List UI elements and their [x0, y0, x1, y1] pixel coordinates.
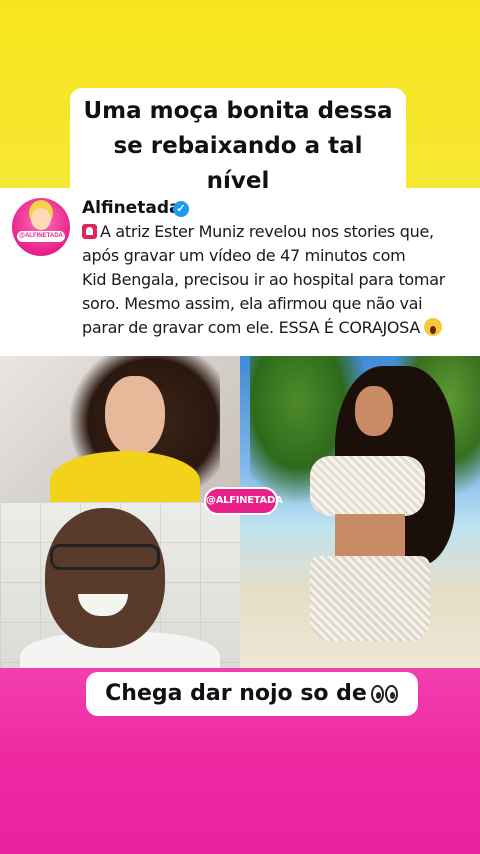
post-card: @ALFINETADA Alfinetada ✓ A atriz Ester M…	[0, 188, 480, 356]
man-laughing-photo	[0, 502, 240, 668]
account-avatar[interactable]: @ALFINETADA	[12, 198, 70, 256]
verified-badge-icon: ✓	[173, 201, 189, 217]
woman-beach-photo	[240, 356, 480, 668]
avatar-illustration	[31, 208, 51, 230]
bottom-caption-text: Chega dar nojo so de	[105, 681, 367, 706]
photo-collage: @ALFINETADA	[0, 356, 480, 668]
woman-selfie-photo	[0, 356, 240, 502]
post-text: A atriz Ester Muniz revelou nos stories …	[82, 220, 474, 340]
post-text-line: A atriz Ester Muniz revelou nos stories …	[82, 220, 474, 244]
bottom-caption: Chega dar nojo so de	[86, 672, 418, 716]
rotating-light-icon	[82, 224, 97, 239]
post-text-line: Kid Bengala, precisou ir ao hospital par…	[82, 270, 445, 289]
top-caption-line-1: Uma moça bonita dessa	[83, 98, 393, 124]
eyes-icon	[370, 675, 399, 719]
avatar-tag: @ALFINETADA	[17, 231, 65, 242]
watermark-badge: @ALFINETADA	[204, 487, 283, 515]
account-name[interactable]: Alfinetada	[82, 198, 180, 218]
screaming-face-icon	[423, 318, 442, 336]
post-text-line: após gravar um vídeo de 47 minutos com	[82, 246, 406, 265]
post-text-line: parar de gravar com ele. ESSA É CORAJOSA	[82, 316, 474, 340]
post-text-line: soro. Mesmo assim, ela afirmou que não v…	[82, 294, 423, 313]
